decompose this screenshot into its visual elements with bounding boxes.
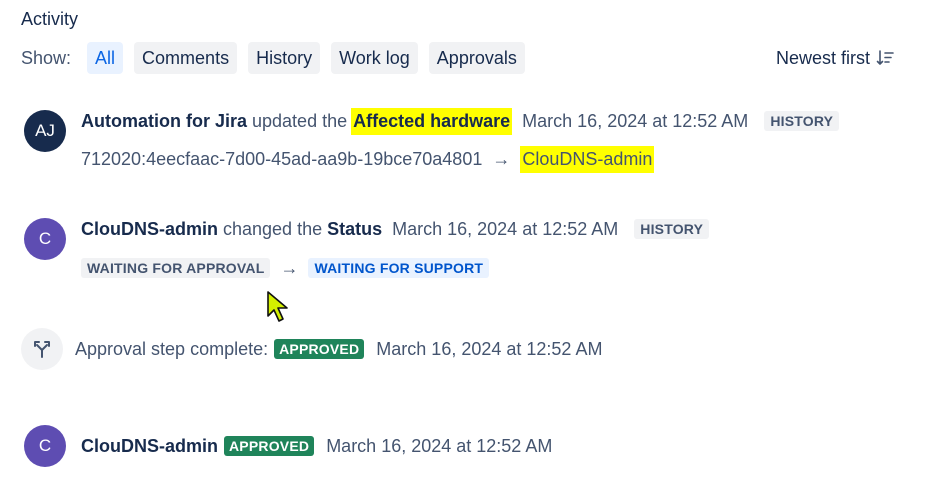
filter-approvals-button[interactable]: Approvals: [428, 42, 525, 74]
entry-header: Approval step complete: APPROVED March 1…: [75, 333, 602, 365]
old-value: 712020:4eecfaac-7d00-45ad-aa9b-19bce70a4…: [81, 148, 483, 169]
entry-header: Automation for Jira updated the Affected…: [81, 105, 840, 137]
avatar[interactable]: C: [24, 218, 66, 260]
entry-header: ClouDNS-admin APPROVED March 16, 2024 at…: [81, 430, 552, 462]
entry-author[interactable]: ClouDNS-admin: [81, 219, 218, 240]
entry-author[interactable]: ClouDNS-admin: [81, 436, 218, 457]
approved-badge: APPROVED: [274, 339, 365, 359]
sort-order-label: Newest first: [775, 47, 870, 68]
mouse-cursor-icon: [267, 291, 288, 322]
entry-action: changed the: [223, 218, 323, 239]
approval-step-icon: [21, 328, 63, 370]
old-status-lozenge: WAITING FOR APPROVAL: [81, 258, 271, 278]
activity-title: Activity: [21, 9, 79, 29]
approval-step-text: Approval step complete:: [75, 338, 269, 359]
change-arrow: →: [280, 257, 299, 278]
entry-change: 712020:4eecfaac-7d00-45ad-aa9b-19bce70a4…: [81, 143, 655, 175]
entry-field: Status: [327, 218, 383, 239]
filter-history-button[interactable]: History: [248, 42, 321, 74]
entry-header: ClouDNS-admin changed the Status March 1…: [81, 213, 710, 245]
show-label: Show:: [21, 47, 72, 68]
activity-filter-bar: Show: All Comments History Work log Appr…: [21, 42, 536, 74]
sort-descending-icon: [876, 50, 894, 65]
filter-comments-button[interactable]: Comments: [134, 42, 238, 74]
filter-worklog-button[interactable]: Work log: [331, 42, 418, 74]
entry-field: Affected hardware: [351, 107, 513, 135]
avatar[interactable]: C: [24, 425, 66, 467]
entry-timestamp[interactable]: March 16, 2024 at 12:52 AM: [326, 436, 552, 457]
history-badge: HISTORY: [764, 111, 840, 131]
history-badge: HISTORY: [634, 219, 710, 239]
entry-timestamp[interactable]: March 16, 2024 at 12:52 AM: [522, 111, 748, 132]
new-status-lozenge: WAITING FOR SUPPORT: [308, 258, 490, 278]
approved-badge: APPROVED: [224, 436, 315, 456]
change-arrow: →: [492, 148, 511, 169]
sort-order-button[interactable]: Newest first: [776, 42, 894, 74]
entry-timestamp[interactable]: March 16, 2024 at 12:52 AM: [376, 339, 602, 360]
entry-author[interactable]: Automation for Jira: [81, 111, 247, 132]
entry-change: WAITING FOR APPROVAL → WAITING FOR SUPPO…: [81, 252, 490, 284]
entry-timestamp[interactable]: March 16, 2024 at 12:52 AM: [392, 219, 618, 240]
entry-action: updated the: [252, 110, 348, 131]
filter-all-button[interactable]: All: [87, 42, 124, 74]
avatar[interactable]: AJ: [24, 110, 66, 152]
new-value: ClouDNS-admin: [520, 145, 655, 173]
